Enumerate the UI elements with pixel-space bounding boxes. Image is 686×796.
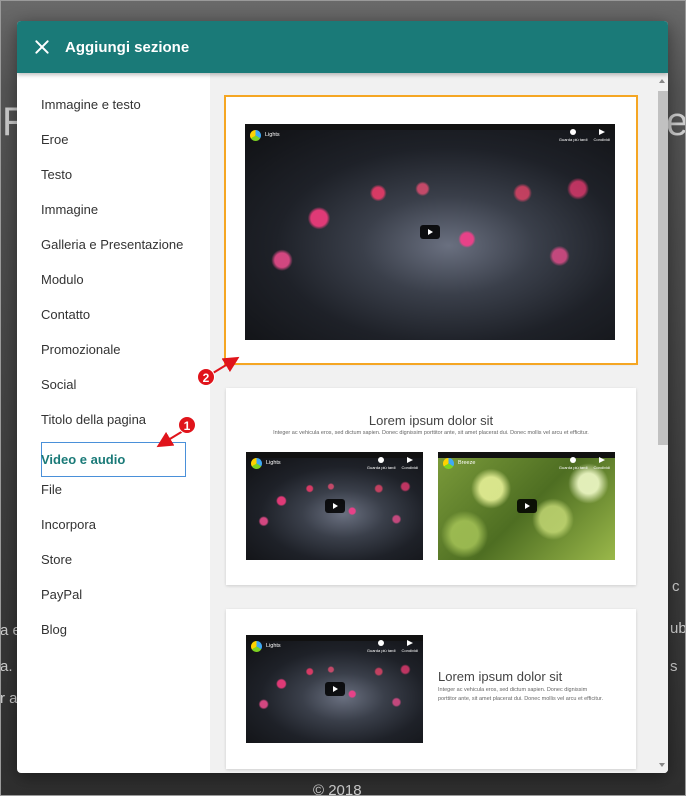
sidebar-item-modulo[interactable]: Modulo <box>17 268 210 303</box>
channel-logo-icon <box>251 457 262 469</box>
card-title: Lorem ipsum dolor sit <box>368 413 494 428</box>
clock-icon <box>570 456 577 463</box>
play-icon <box>324 499 345 513</box>
video-thumbnail: Lights Guarda più tardi Condividi <box>246 635 423 743</box>
card-subtitle-line2: porttitor ante, sit amet placerat dui. D… <box>438 696 603 702</box>
background-text-fragment: ub <box>670 620 686 637</box>
sidebar-item-contatto[interactable]: Contatto <box>17 303 210 338</box>
annotation-badge-2: 2 <box>197 368 215 386</box>
card-subtitle: Integer ac vehicula eros, sed dictum sap… <box>273 430 589 436</box>
video-top-bar: Lights Guarda più tardi Condividi <box>245 124 615 146</box>
scroll-down-icon[interactable] <box>659 763 665 767</box>
clock-icon <box>378 456 385 463</box>
clock-icon <box>378 639 385 646</box>
sidebar-item-incorpora[interactable]: Incorpora <box>17 513 210 548</box>
channel-logo-icon <box>250 129 261 141</box>
watch-later-button: Guarda più tardi <box>559 128 588 142</box>
video-thumbnail-right: Breeze Guarda più tardi Condividi <box>438 452 615 560</box>
sidebar-item-file[interactable]: File <box>17 478 210 513</box>
play-icon <box>516 499 537 513</box>
sidebar-item-eroe[interactable]: Eroe <box>17 128 210 163</box>
video-title: Breeze <box>458 460 476 466</box>
sidebar-item-store[interactable]: Store <box>17 548 210 583</box>
share-button: Condividi <box>594 456 610 470</box>
background-text-fragment: r a <box>0 690 18 707</box>
share-button: Condividi <box>402 456 418 470</box>
background-text-fragment: c <box>672 578 680 595</box>
watch-later-button: Guarda più tardi <box>559 456 588 470</box>
background-footer: © 2018 <box>313 782 362 796</box>
share-button: Condividi <box>594 128 610 142</box>
add-section-modal: Aggiungi sezione Immagine e testo Eroe T… <box>17 21 668 773</box>
sidebar-item-video-e-audio[interactable]: Video e audio <box>17 442 210 478</box>
modal-title: Aggiungi sezione <box>65 38 190 56</box>
video-thumbnail: Lights Guarda più tardi Condividi <box>245 124 615 340</box>
video-top-bar: Lights Guarda più tardi Condividi <box>246 452 423 474</box>
video-top-bar: Lights Guarda più tardi Condividi <box>246 635 423 657</box>
section-layout-preview-list: Lights Guarda più tardi Condividi Lorem … <box>210 73 668 773</box>
sidebar-item-immagine[interactable]: Immagine <box>17 198 210 233</box>
background-text-fragment: s <box>670 658 678 675</box>
scroll-thumb[interactable] <box>658 91 668 445</box>
layout-card-video-and-text[interactable]: Lights Guarda più tardi Condividi Lorem … <box>226 609 636 769</box>
sidebar-item-promozionale[interactable]: Promozionale <box>17 338 210 373</box>
video-title: Lights <box>266 460 281 466</box>
modal-body: Immagine e testo Eroe Testo Immagine Gal… <box>17 73 668 773</box>
layout-card-two-videos[interactable]: Lorem ipsum dolor sit Integer ac vehicul… <box>226 388 636 585</box>
video-thumbnail-left: Lights Guarda più tardi Condividi <box>246 452 423 560</box>
play-icon <box>324 682 345 696</box>
play-icon <box>420 225 440 239</box>
card-title: Lorem ipsum dolor sit <box>438 669 563 684</box>
sidebar-item-paypal[interactable]: PayPal <box>17 583 210 618</box>
clock-icon <box>570 128 577 135</box>
channel-logo-icon <box>443 457 454 469</box>
video-top-bar: Breeze Guarda più tardi Condividi <box>438 452 615 474</box>
sidebar-item-social[interactable]: Social <box>17 373 210 408</box>
watch-later-button: Guarda più tardi <box>367 456 396 470</box>
scroll-up-icon[interactable] <box>659 79 665 83</box>
watch-later-button: Guarda più tardi <box>367 639 396 653</box>
sidebar-item-blog[interactable]: Blog <box>17 618 210 653</box>
channel-logo-icon <box>251 640 262 652</box>
modal-header: Aggiungi sezione <box>17 21 668 73</box>
share-icon <box>598 128 605 135</box>
share-icon <box>598 456 605 463</box>
video-title: Lights <box>266 643 281 649</box>
share-icon <box>406 639 413 646</box>
share-icon <box>406 456 413 463</box>
sidebar-item-testo[interactable]: Testo <box>17 163 210 198</box>
content-scrollbar[interactable] <box>656 73 668 773</box>
video-title: Lights <box>265 132 280 138</box>
layout-card-single-video[interactable]: Lights Guarda più tardi Condividi <box>224 95 638 365</box>
background-heading-fragment-right: e <box>666 100 686 144</box>
sidebar-item-galleria[interactable]: Galleria e Presentazione <box>17 233 210 268</box>
share-button: Condividi <box>402 639 418 653</box>
close-icon[interactable] <box>31 36 53 58</box>
card-subtitle-line1: Integer ac vehicula eros, sed dictum sap… <box>438 687 588 693</box>
annotation-badge-1: 1 <box>178 416 196 434</box>
sidebar-item-immagine-e-testo[interactable]: Immagine e testo <box>17 93 210 128</box>
